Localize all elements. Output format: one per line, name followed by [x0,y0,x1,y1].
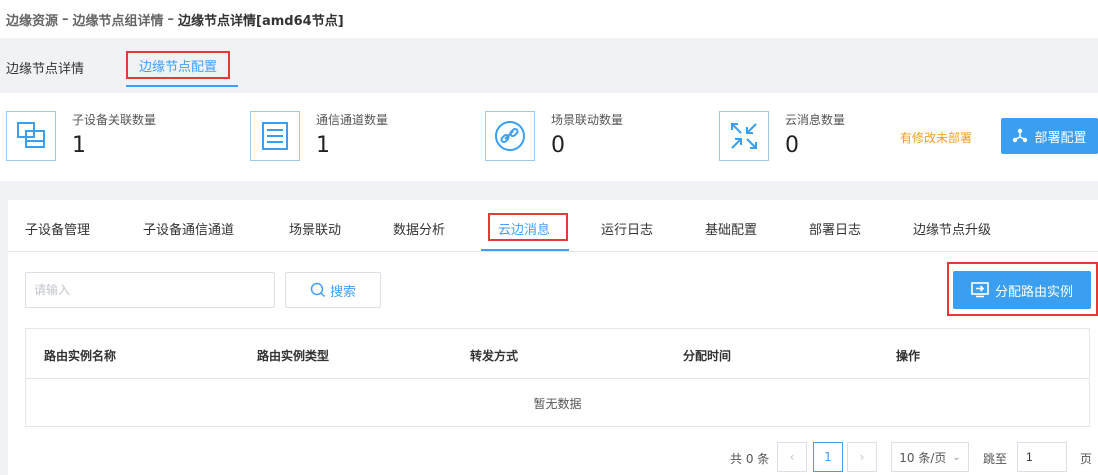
next-page-button[interactable]: › [847,442,877,472]
search-input[interactable] [25,272,275,308]
stat-value: 1 [316,133,330,158]
breadcrumb: 边缘资源 – 边缘节点组详情 – 边缘节点详情[amd64节点] [0,0,1098,38]
assign-route-instance-button[interactable]: 分配路由实例 [953,271,1091,309]
breadcrumb-item-edge-resources[interactable]: 边缘资源 [6,10,58,29]
device-link-icon [6,111,56,161]
prev-page-button[interactable]: ‹ [777,442,807,472]
tab-node-details[interactable]: 边缘节点详情 [6,58,84,77]
tab-data-analysis[interactable]: 数据分析 [393,219,445,238]
page-suffix: 页 [1080,452,1093,466]
breadcrumb-separator: – [62,11,69,27]
sub-tabs: 子设备管理 子设备通信通道 场景联动 数据分析 云边消息 运行日志 基础配置 部… [8,200,1098,252]
empty-text: 暂无数据 [533,397,582,411]
tab-sub-devices[interactable]: 子设备管理 [25,219,90,238]
stat-label: 子设备关联数量 [72,113,157,127]
deploy-config-label: 部署配置 [1034,130,1087,146]
tab-basic-config[interactable]: 基础配置 [705,219,757,238]
main-panel: 子设备管理 子设备通信通道 场景联动 数据分析 云边消息 运行日志 基础配置 部… [8,200,1098,475]
tab-cloud-edge-messages[interactable]: 云边消息 [498,219,550,238]
page-size-value: 10 条/页 [899,450,947,465]
tab-node-config[interactable]: 边缘节点配置 [139,56,217,75]
breadcrumb-separator: – [167,11,175,27]
top-tabs: 边缘节点详情 边缘节点配置 [0,38,1098,88]
deploy-config-button[interactable]: 部署配置 [1001,118,1098,154]
page-size-select[interactable]: 10 条/页 ⌄ [891,442,969,472]
jump-label: 跳至 [983,452,1008,466]
page-number[interactable]: 1 [813,442,843,472]
column-header: 路由实例类型 [257,349,330,363]
stat-label: 场景联动数量 [551,113,624,127]
stats-panel: 子设备关联数量 1 通信通道数量 1 场景联动数量 0 云消息数量 0 有修改未… [0,93,1098,181]
chevron-down-icon: ⌄ [952,451,961,463]
stat-label: 通信通道数量 [316,113,389,127]
tab-scene-linkage[interactable]: 场景联动 [289,219,341,238]
arrows-icon [719,111,769,161]
column-header: 操作 [896,349,921,363]
route-instance-table: 路由实例名称 路由实例类型 转发方式 分配时间 操作 暂无数据 [25,328,1090,427]
column-header: 路由实例名称 [44,349,117,363]
stat-label: 云消息数量 [785,113,846,127]
jump-page-input[interactable] [1017,442,1067,472]
chevron-right-icon: › [859,450,865,464]
stat-value: 0 [785,133,799,158]
tab-deploy-logs[interactable]: 部署日志 [809,219,861,238]
chevron-left-icon: ‹ [789,450,795,464]
link-icon [485,111,535,161]
stat-value: 0 [551,133,565,158]
stat-value: 1 [72,133,86,158]
assign-icon [971,282,989,298]
assign-button-label: 分配路由实例 [994,284,1073,300]
search-button[interactable]: 搜索 [285,272,381,308]
active-tab-indicator [481,249,569,251]
active-tab-indicator [126,85,238,87]
tab-run-logs[interactable]: 运行日志 [601,219,653,238]
column-header: 转发方式 [470,349,519,363]
column-header: 分配时间 [683,349,732,363]
breadcrumb-item-node-group[interactable]: 边缘节点组详情 [73,10,164,29]
breadcrumb-item-current: 边缘节点详情[amd64节点] [178,13,344,29]
pagination: 共 0 条 ‹ 1 › 10 条/页 ⌄ 跳至 页 [8,440,1098,474]
channel-list-icon [250,111,300,161]
deploy-icon [1013,128,1028,143]
total-count: 共 0 条 [730,452,770,466]
tab-sub-device-channels[interactable]: 子设备通信通道 [143,219,234,238]
tab-node-upgrade[interactable]: 边缘节点升级 [913,219,991,238]
unsaved-notice: 有修改未部署 [900,131,973,145]
table-header: 路由实例名称 路由实例类型 转发方式 分配时间 操作 [26,329,1089,379]
search-icon [310,282,326,298]
search-button-label: 搜索 [329,284,356,300]
highlight-box: 边缘节点配置 [126,51,230,79]
